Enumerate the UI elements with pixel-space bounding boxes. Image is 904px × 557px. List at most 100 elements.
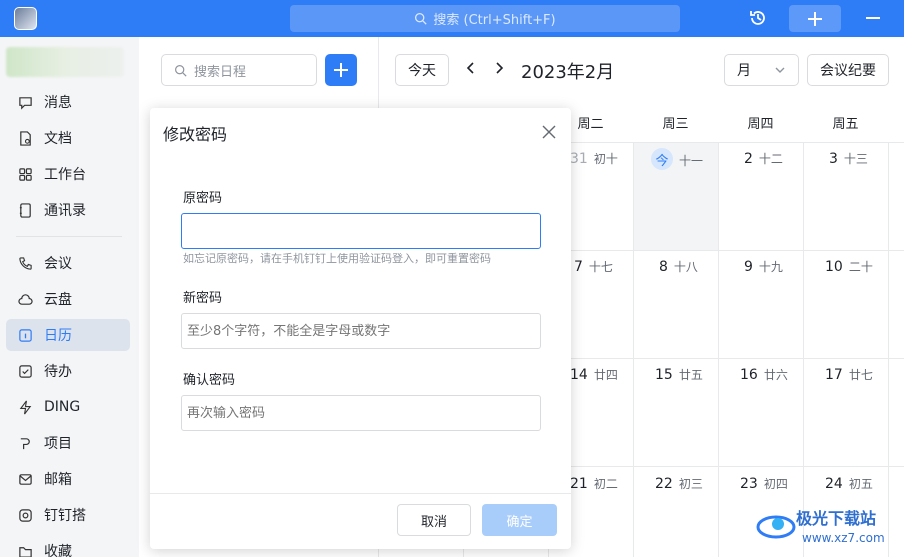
lunar-date: 初二 [593,477,618,491]
lunar-date: 廿五 [678,368,703,382]
today-button[interactable]: 今天 [395,54,449,86]
meeting-minutes-button[interactable]: 会议纪要 [807,54,889,86]
sidebar-item-ding[interactable]: DING [6,391,130,423]
calendar-day-cell[interactable]: 17 廿七 [825,366,873,383]
plus-icon [334,63,348,77]
phone-icon [19,256,32,270]
calendar-day-cell[interactable]: 10 二十 [825,258,873,275]
project-icon [20,437,30,449]
sidebar-item-label: 邮箱 [44,472,72,488]
calendar-day-cell[interactable]: 16 廿六 [740,366,788,383]
lunar-date: 初五 [848,477,873,491]
grid-icon [19,167,32,181]
global-search-placeholder: 搜索 (Ctrl+Shift+F) [433,13,556,28]
month-title: 2023年2月 [521,62,615,83]
plus-icon [808,11,822,26]
lunar-date: 十八 [673,260,698,274]
forgot-password-hint: 如忘记原密码，请在手机钉钉上使用验证码登入，即可重置密码 [183,252,491,265]
sidebar-item-label: 工作台 [44,167,86,183]
minimize-button[interactable] [866,17,880,19]
sidebar-item-label: 通讯录 [44,203,86,219]
sidebar-item-project[interactable]: 项目 [6,427,130,459]
grid-line [803,143,804,557]
calendar-day-cell[interactable]: 22 初三 [655,475,703,492]
calendar-day-cell[interactable]: 3 十三 [829,150,868,167]
message-icon [19,96,32,110]
old-password-field[interactable] [181,213,541,249]
view-select[interactable]: 月 [724,54,799,86]
old-password-label: 原密码 [183,191,223,206]
calendar-day-cell[interactable]: 8 十八 [659,258,698,275]
search-icon [415,12,428,25]
day-number: 16 [740,367,758,383]
sidebar-item-label: 云盘 [44,292,72,308]
meeting-minutes-label: 会议纪要 [820,63,876,79]
weekday-header: 周四 [747,117,774,132]
sidebar-item-label: 文档 [44,131,72,147]
folder-icon [19,546,32,557]
contacts-icon [19,202,31,218]
sidebar-item-dingda[interactable]: 钉钉搭 [6,499,130,531]
svg-text:极光下载站: 极光下载站 [796,509,876,528]
aurora-logo-icon: 极光下载站 www.xz7.com [756,509,885,545]
lunar-date: 十二 [758,152,783,166]
day-number: 14 [570,367,588,383]
app-logo[interactable] [14,7,37,30]
close-icon[interactable] [542,125,556,139]
sidebar-item-favorites[interactable]: 收藏 [6,535,130,557]
create-button[interactable] [789,5,841,32]
calendar-day-cell[interactable]: 23 初四 [740,475,788,492]
search-icon [175,64,187,77]
sidebar-item-calendar[interactable]: 日历 [6,319,130,351]
dialog-footer-divider [150,493,571,494]
calendar-day-cell[interactable]: 21 初二 [570,475,618,492]
calendar-day-cell[interactable]: 2 十二 [744,150,783,167]
sidebar-item-contacts[interactable]: 通讯录 [6,194,130,226]
sidebar-item-docs[interactable]: 文档 [6,122,130,154]
chevron-right-icon[interactable] [491,60,507,76]
sidebar-item-meeting[interactable]: 会议 [6,247,130,279]
day-number: 15 [655,367,673,383]
lunar-date: 廿七 [848,368,873,382]
calendar-day-cell[interactable]: 9 十九 [744,258,783,275]
day-number: 23 [740,476,758,492]
confirm-password-field[interactable] [181,395,541,431]
weekday-header: 周五 [832,117,859,132]
calendar-day-cell[interactable]: 7 十七 [574,258,613,275]
sidebar-item-label: 待办 [44,364,72,380]
sidebar-item-label: 会议 [44,256,72,272]
builder-icon [19,508,32,522]
sidebar-item-workbench[interactable]: 工作台 [6,158,130,190]
sidebar-item-mail[interactable]: 邮箱 [6,463,130,495]
add-event-button[interactable] [325,54,357,86]
day-number: 21 [570,476,588,492]
history-icon[interactable] [748,8,768,28]
day-number: 17 [825,367,843,383]
grid-line [718,143,719,557]
day-number: 31 [570,151,588,167]
confirm-password-label: 确认密码 [183,373,236,388]
calendar-day-cell[interactable]: 15 廿五 [655,366,703,383]
calendar-day-cell[interactable]: 31 初十 [570,150,618,167]
sidebar-item-todo[interactable]: 待办 [6,355,130,387]
confirm-button[interactable]: 确定 [482,504,557,536]
day-number: 7 [574,259,583,275]
calendar-day-cell[interactable]: 今十一 [651,148,703,170]
lightning-icon [19,400,32,414]
event-search-input[interactable]: 搜索日程 [161,54,317,86]
cloud-icon [18,293,33,305]
sidebar-item-drive[interactable]: 云盘 [6,283,130,315]
lunar-date: 初四 [763,477,788,491]
new-password-field[interactable] [181,313,541,349]
cancel-button[interactable]: 取消 [397,504,471,536]
user-profile[interactable] [6,47,124,77]
sidebar-item-messages[interactable]: 消息 [6,86,130,118]
global-search-input[interactable]: 搜索 (Ctrl+Shift+F) [290,5,680,32]
calendar-day-cell[interactable]: 14 廿四 [570,366,618,383]
sidebar-item-label: 收藏 [44,544,72,557]
weekday-header: 周三 [662,117,689,132]
chevron-left-icon[interactable] [463,60,479,76]
lunar-date: 初三 [678,477,703,491]
calendar-day-cell[interactable]: 24 初五 [825,475,873,492]
lunar-date: 初十 [593,152,618,166]
